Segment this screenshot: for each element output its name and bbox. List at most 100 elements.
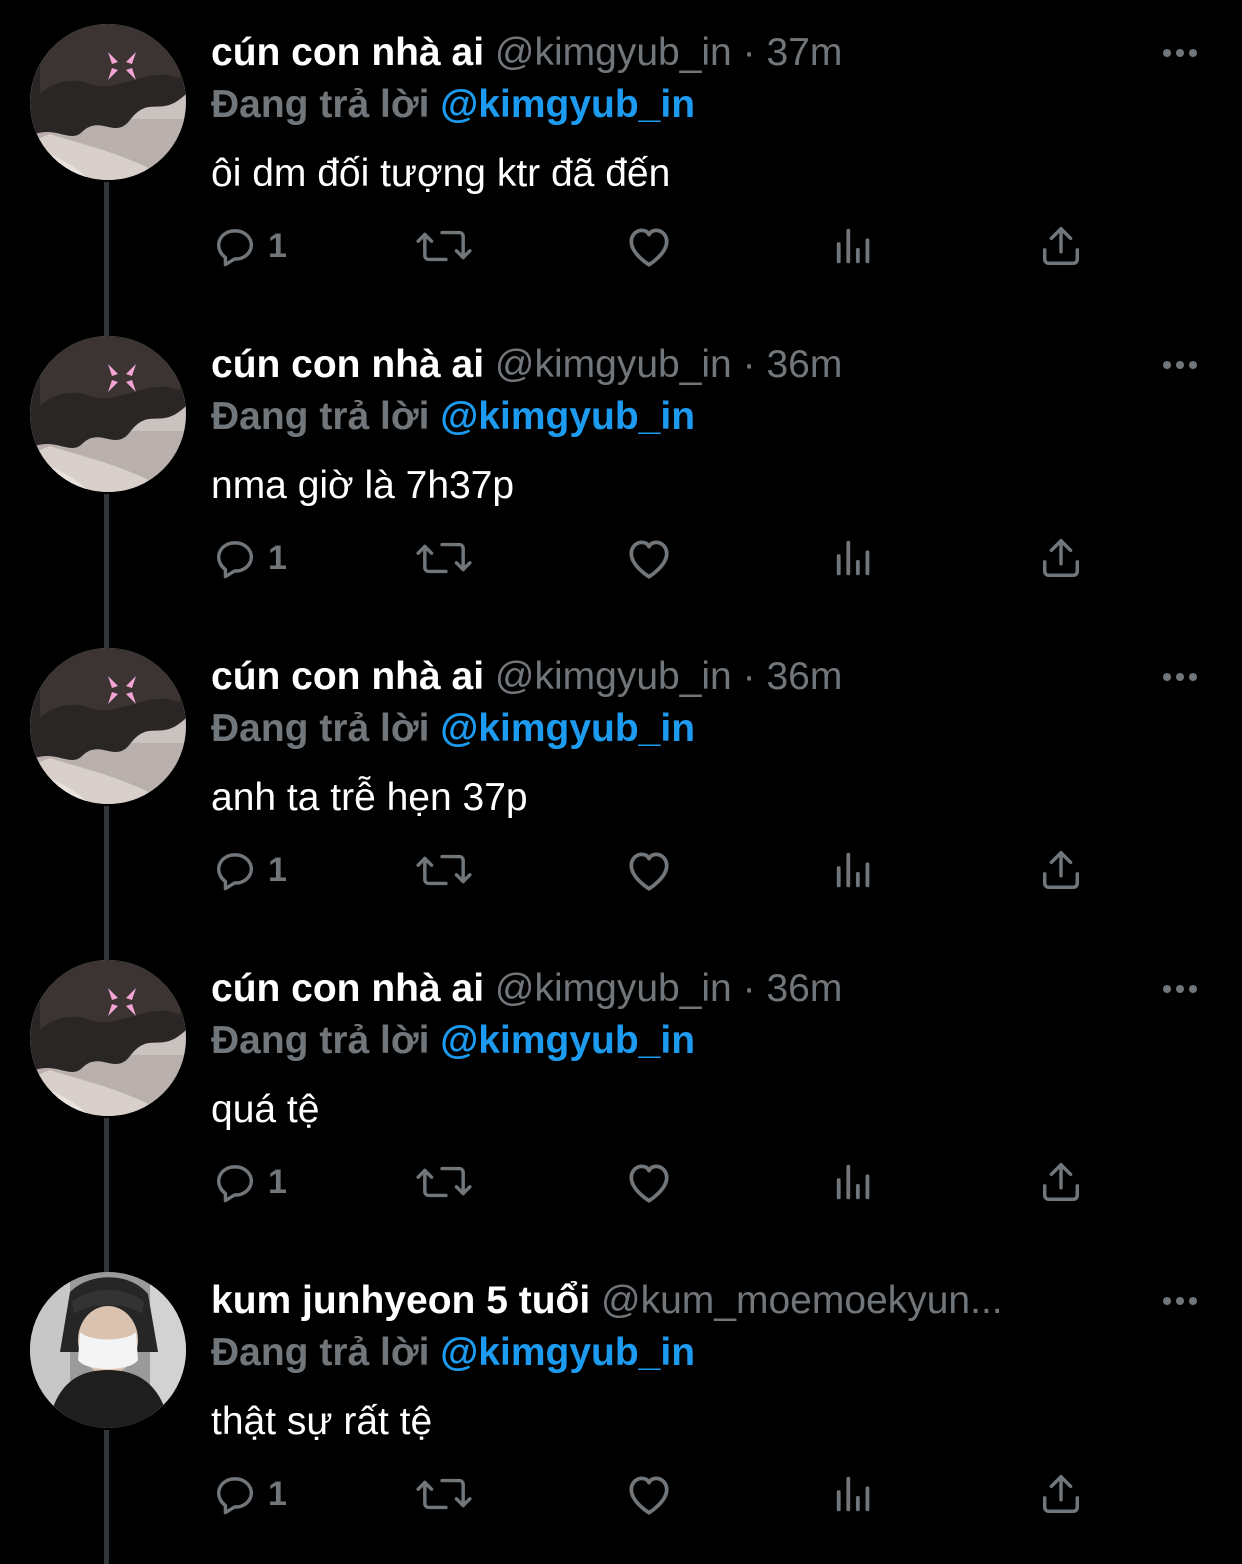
user-handle[interactable]: @kimgyub_in	[495, 967, 732, 1010]
heart-outline-icon	[624, 1159, 674, 1205]
share-button[interactable]	[1038, 1464, 1084, 1524]
more-dots-icon	[1160, 985, 1200, 1008]
bar-chart-icon	[832, 1159, 878, 1205]
retweet-arrows-icon	[414, 223, 474, 269]
retweet-button[interactable]	[414, 216, 474, 276]
reply-button[interactable]: 1	[212, 1464, 287, 1524]
tweet-actions: 1	[0, 1464, 1242, 1524]
views-button[interactable]	[832, 840, 878, 900]
avatar[interactable]	[30, 336, 186, 492]
share-upload-icon	[1038, 535, 1084, 581]
more-options-button[interactable]	[1160, 1286, 1200, 1316]
bar-chart-icon	[832, 223, 878, 269]
separator-dot: ·	[742, 655, 756, 698]
reply-count: 1	[268, 538, 287, 577]
retweet-button[interactable]	[414, 840, 474, 900]
user-handle[interactable]: @kimgyub_in	[495, 31, 732, 74]
like-button[interactable]	[624, 528, 674, 588]
timestamp[interactable]: 36m	[766, 967, 842, 1010]
timestamp[interactable]: 37m	[766, 31, 842, 74]
timestamp[interactable]: 36m	[766, 655, 842, 698]
like-button[interactable]	[624, 1152, 674, 1212]
masked-person-avatar	[30, 1272, 186, 1428]
more-options-button[interactable]	[1160, 662, 1200, 692]
mention-link[interactable]: @kimgyub_in	[440, 707, 695, 750]
reply-button[interactable]: 1	[212, 840, 287, 900]
separator-dot: ·	[742, 343, 756, 386]
user-handle[interactable]: @kimgyub_in	[495, 655, 732, 698]
mention-link[interactable]: @kimgyub_in	[440, 1331, 695, 1374]
reply-button[interactable]: 1	[212, 216, 287, 276]
avatar[interactable]	[30, 960, 186, 1116]
timestamp[interactable]: 36m	[766, 343, 842, 386]
replying-to-label: Đang trả lời	[211, 1019, 430, 1062]
separator-dot: ·	[742, 31, 756, 74]
mention-link[interactable]: @kimgyub_in	[440, 395, 695, 438]
retweet-button[interactable]	[414, 1152, 474, 1212]
bar-chart-icon	[832, 535, 878, 581]
reply-count: 1	[268, 850, 287, 889]
views-button[interactable]	[832, 1152, 878, 1212]
more-dots-icon	[1160, 49, 1200, 72]
tweet[interactable]: kum junhyeon 5 tuổi @kum_moemoekyun... Đ…	[0, 1248, 1242, 1564]
anime-boy-avatar	[30, 24, 186, 180]
like-button[interactable]	[624, 216, 674, 276]
share-button[interactable]	[1038, 840, 1084, 900]
display-name[interactable]: cún con nhà ai	[211, 343, 484, 386]
comment-bubble-icon	[212, 223, 258, 269]
heart-outline-icon	[624, 535, 674, 581]
tweet-header: cún con nhà ai @kimgyub_in · 36m	[211, 652, 1151, 702]
reply-button[interactable]: 1	[212, 528, 287, 588]
retweet-button[interactable]	[414, 528, 474, 588]
tweet-actions: 1	[0, 216, 1242, 276]
replying-to-label: Đang trả lời	[211, 707, 430, 750]
user-handle[interactable]: @kimgyub_in	[495, 343, 732, 386]
tweet-text: nma giờ là 7h37p	[211, 464, 515, 507]
retweet-arrows-icon	[414, 1471, 474, 1517]
like-button[interactable]	[624, 1464, 674, 1524]
display-name[interactable]: cún con nhà ai	[211, 655, 484, 698]
retweet-button[interactable]	[414, 1464, 474, 1524]
views-button[interactable]	[832, 528, 878, 588]
avatar[interactable]	[30, 648, 186, 804]
share-button[interactable]	[1038, 528, 1084, 588]
display-name[interactable]: cún con nhà ai	[211, 967, 484, 1010]
mention-link[interactable]: @kimgyub_in	[440, 83, 695, 126]
like-button[interactable]	[624, 840, 674, 900]
anime-boy-avatar	[30, 648, 186, 804]
tweet[interactable]: cún con nhà ai @kimgyub_in · 37m Đang tr…	[0, 0, 1242, 336]
retweet-arrows-icon	[414, 847, 474, 893]
avatar[interactable]	[30, 1272, 186, 1428]
share-button[interactable]	[1038, 216, 1084, 276]
comment-bubble-icon	[212, 1471, 258, 1517]
tweet-header: cún con nhà ai @kimgyub_in · 36m	[211, 340, 1151, 390]
more-options-button[interactable]	[1160, 350, 1200, 380]
display-name[interactable]: cún con nhà ai	[211, 31, 484, 74]
bar-chart-icon	[832, 1471, 878, 1517]
more-options-button[interactable]	[1160, 38, 1200, 68]
tweet-text: anh ta trễ hẹn 37p	[211, 776, 528, 819]
reply-button[interactable]: 1	[212, 1152, 287, 1212]
avatar[interactable]	[30, 24, 186, 180]
mention-link[interactable]: @kimgyub_in	[440, 1019, 695, 1062]
more-options-button[interactable]	[1160, 974, 1200, 1004]
user-handle[interactable]: @kum_moemoekyun...	[601, 1279, 1003, 1322]
heart-outline-icon	[624, 1471, 674, 1517]
tweet-text: ôi dm đối tượng ktr đã đến	[211, 152, 671, 195]
reply-count: 1	[268, 1162, 287, 1201]
tweet-actions: 1	[0, 528, 1242, 588]
tweet[interactable]: cún con nhà ai @kimgyub_in · 36m Đang tr…	[0, 312, 1242, 648]
tweet-actions: 1	[0, 840, 1242, 900]
share-button[interactable]	[1038, 1152, 1084, 1212]
replying-to-label: Đang trả lời	[211, 83, 430, 126]
heart-outline-icon	[624, 223, 674, 269]
display-name[interactable]: kum junhyeon 5 tuổi	[211, 1279, 590, 1322]
tweet-header: kum junhyeon 5 tuổi @kum_moemoekyun...	[211, 1276, 1151, 1326]
tweet[interactable]: cún con nhà ai @kimgyub_in · 36m Đang tr…	[0, 624, 1242, 960]
retweet-arrows-icon	[414, 535, 474, 581]
views-button[interactable]	[832, 216, 878, 276]
bar-chart-icon	[832, 847, 878, 893]
views-button[interactable]	[832, 1464, 878, 1524]
tweet[interactable]: cún con nhà ai @kimgyub_in · 36m Đang tr…	[0, 936, 1242, 1272]
anime-boy-avatar	[30, 960, 186, 1116]
